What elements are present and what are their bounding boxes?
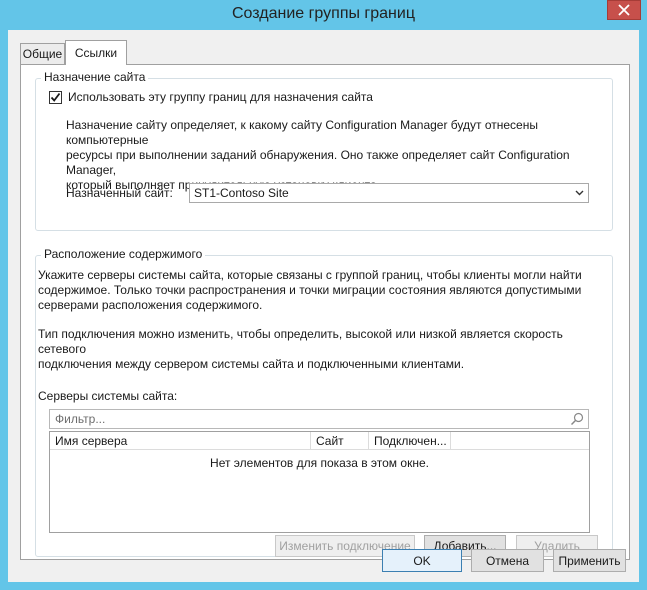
close-icon: [618, 4, 630, 16]
site-assignment-group: Назначение сайта Использовать эту группу…: [35, 70, 613, 231]
content-location-title: Расположение содержимого: [41, 247, 206, 261]
column-header-connection[interactable]: Подключен...: [369, 432, 451, 449]
column-header-label: Сайт: [316, 433, 344, 448]
filter-placeholder: Фильтр...: [55, 412, 106, 426]
tab-references[interactable]: Ссылки: [65, 40, 127, 65]
dialog-client-area: Общие Ссылки Назначение сайта Использова…: [8, 30, 639, 582]
content-location-description-line: Укажите серверы системы сайта, которые с…: [38, 268, 582, 282]
cancel-label: Отмена: [485, 553, 530, 568]
cancel-button[interactable]: Отмена: [471, 549, 544, 572]
site-servers-table[interactable]: Имя сервера Сайт Подключен... Нет элемен…: [49, 431, 590, 533]
assigned-site-label: Назначенный сайт:: [66, 186, 173, 200]
site-assignment-description: Назначение сайту определяет, к какому са…: [66, 118, 606, 193]
ok-button[interactable]: OK: [382, 549, 462, 572]
column-header-server-name[interactable]: Имя сервера: [50, 432, 311, 449]
column-header-label: Подключен...: [374, 433, 447, 448]
content-location-description-line: содержимое. Только точки распространения…: [38, 283, 582, 297]
site-assignment-description-line: ресурсы при выполнении заданий обнаружен…: [66, 148, 570, 177]
content-location-group: Расположение содержимого Укажите серверы…: [35, 247, 613, 557]
connection-type-description-line: Тип подключения можно изменить, чтобы оп…: [38, 327, 563, 356]
tab-general-label: Общие: [22, 47, 63, 61]
references-tab-panel: Назначение сайта Использовать эту группу…: [20, 64, 630, 560]
connection-type-description: Тип подключения можно изменить, чтобы оп…: [38, 327, 608, 372]
chevron-down-icon: [575, 190, 584, 196]
checkmark-icon: [50, 92, 61, 102]
assigned-site-value: ST1-Contoso Site: [194, 186, 289, 200]
filter-input[interactable]: Фильтр...: [49, 409, 589, 429]
assigned-site-select[interactable]: ST1-Contoso Site: [189, 183, 589, 203]
content-location-description-line: серверами расположения содержимого.: [38, 298, 263, 312]
tab-general[interactable]: Общие: [20, 43, 65, 65]
connection-type-description-line: подключения между сервером системы сайта…: [38, 357, 465, 371]
close-button[interactable]: [607, 0, 641, 20]
window-frame: Создание группы границ Общие Ссылки Назн…: [0, 0, 647, 590]
column-header-site[interactable]: Сайт: [311, 432, 369, 449]
use-for-site-assignment-row[interactable]: Использовать эту группу границ для назна…: [49, 90, 373, 104]
title-bar[interactable]: Создание группы границ: [0, 0, 647, 30]
use-for-site-assignment-label: Использовать эту группу границ для назна…: [68, 90, 373, 104]
apply-label: Применить: [558, 553, 621, 568]
ok-label: OK: [413, 553, 431, 568]
apply-button[interactable]: Применить: [553, 549, 626, 572]
site-system-servers-label: Серверы системы сайта:: [38, 389, 178, 403]
content-location-description: Укажите серверы системы сайта, которые с…: [38, 268, 608, 313]
site-assignment-description-line: Назначение сайту определяет, к какому са…: [66, 118, 538, 147]
site-assignment-title: Назначение сайта: [41, 70, 149, 84]
tab-references-label: Ссылки: [74, 46, 118, 60]
empty-table-message: Нет элементов для показа в этом окне.: [210, 456, 429, 470]
column-header-label: Имя сервера: [55, 433, 128, 448]
window-title: Создание группы границ: [231, 5, 415, 22]
search-icon: [570, 412, 584, 426]
table-header: Имя сервера Сайт Подключен...: [50, 432, 589, 450]
use-for-site-assignment-checkbox[interactable]: [49, 90, 62, 104]
